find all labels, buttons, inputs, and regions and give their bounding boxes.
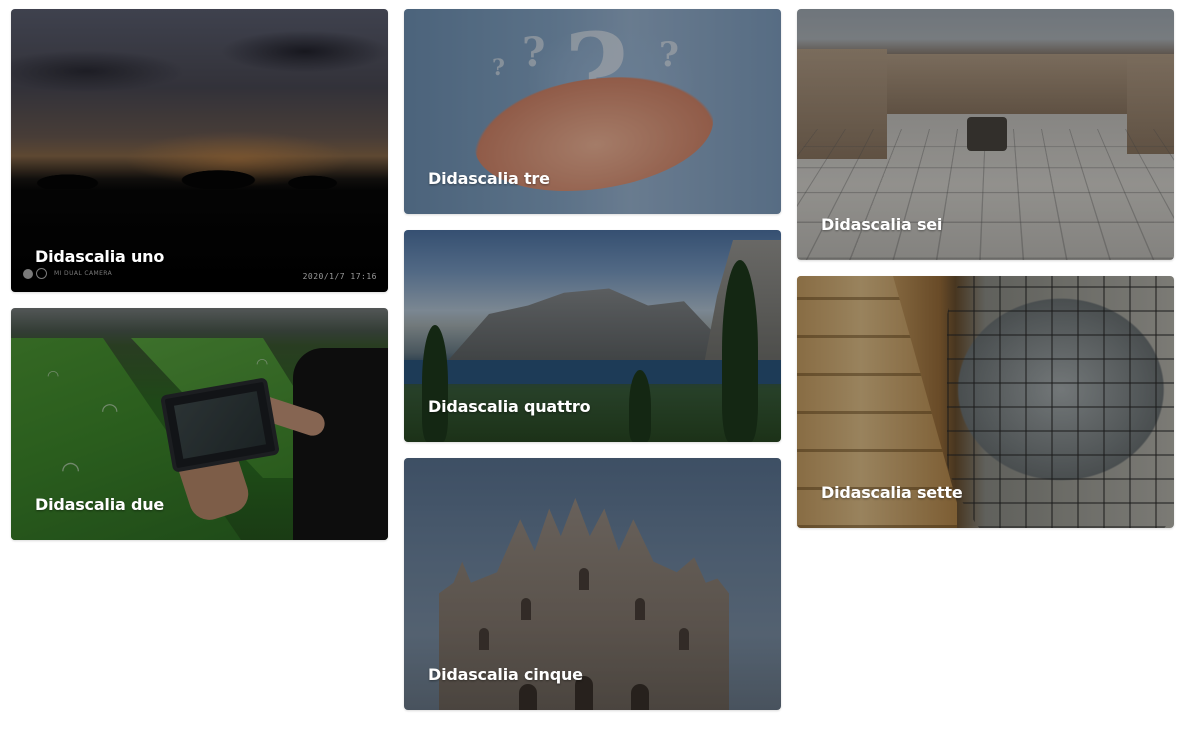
gallery-card-cinque[interactable]: Didascalia cinque <box>404 458 781 710</box>
gallery-card-tre[interactable]: ? ? ? ? ? Didascalia tre <box>404 9 781 214</box>
gallery-card-due[interactable]: ◠ ◠ ◠ ◠ Didascalia due <box>11 308 388 540</box>
gallery-card-sei[interactable]: Didascalia sei <box>797 9 1174 260</box>
gallery-card-quattro[interactable]: Didascalia quattro <box>404 230 781 442</box>
camera-watermark-text: MI DUAL CAMERA <box>54 270 113 277</box>
card-caption: Didascalia uno <box>35 247 165 266</box>
gallery-card-sette[interactable]: Didascalia sette <box>797 276 1174 528</box>
card-caption: Didascalia cinque <box>428 665 583 684</box>
image-gallery: MI DUAL CAMERA 2020/1/7 17:16 Didascalia… <box>0 0 1183 746</box>
card-caption: Didascalia tre <box>428 169 550 188</box>
card-caption: Didascalia sette <box>821 483 963 502</box>
gallery-card-uno[interactable]: MI DUAL CAMERA 2020/1/7 17:16 Didascalia… <box>11 9 388 292</box>
photo-timestamp: 2020/1/7 17:16 <box>302 272 377 281</box>
card-caption: Didascalia quattro <box>428 397 591 416</box>
camera-watermark: MI DUAL CAMERA <box>23 268 112 279</box>
camera-dot-icon <box>23 268 33 279</box>
card-caption: Didascalia due <box>35 495 165 514</box>
card-caption: Didascalia sei <box>821 215 943 234</box>
camera-ring-icon <box>36 268 47 279</box>
